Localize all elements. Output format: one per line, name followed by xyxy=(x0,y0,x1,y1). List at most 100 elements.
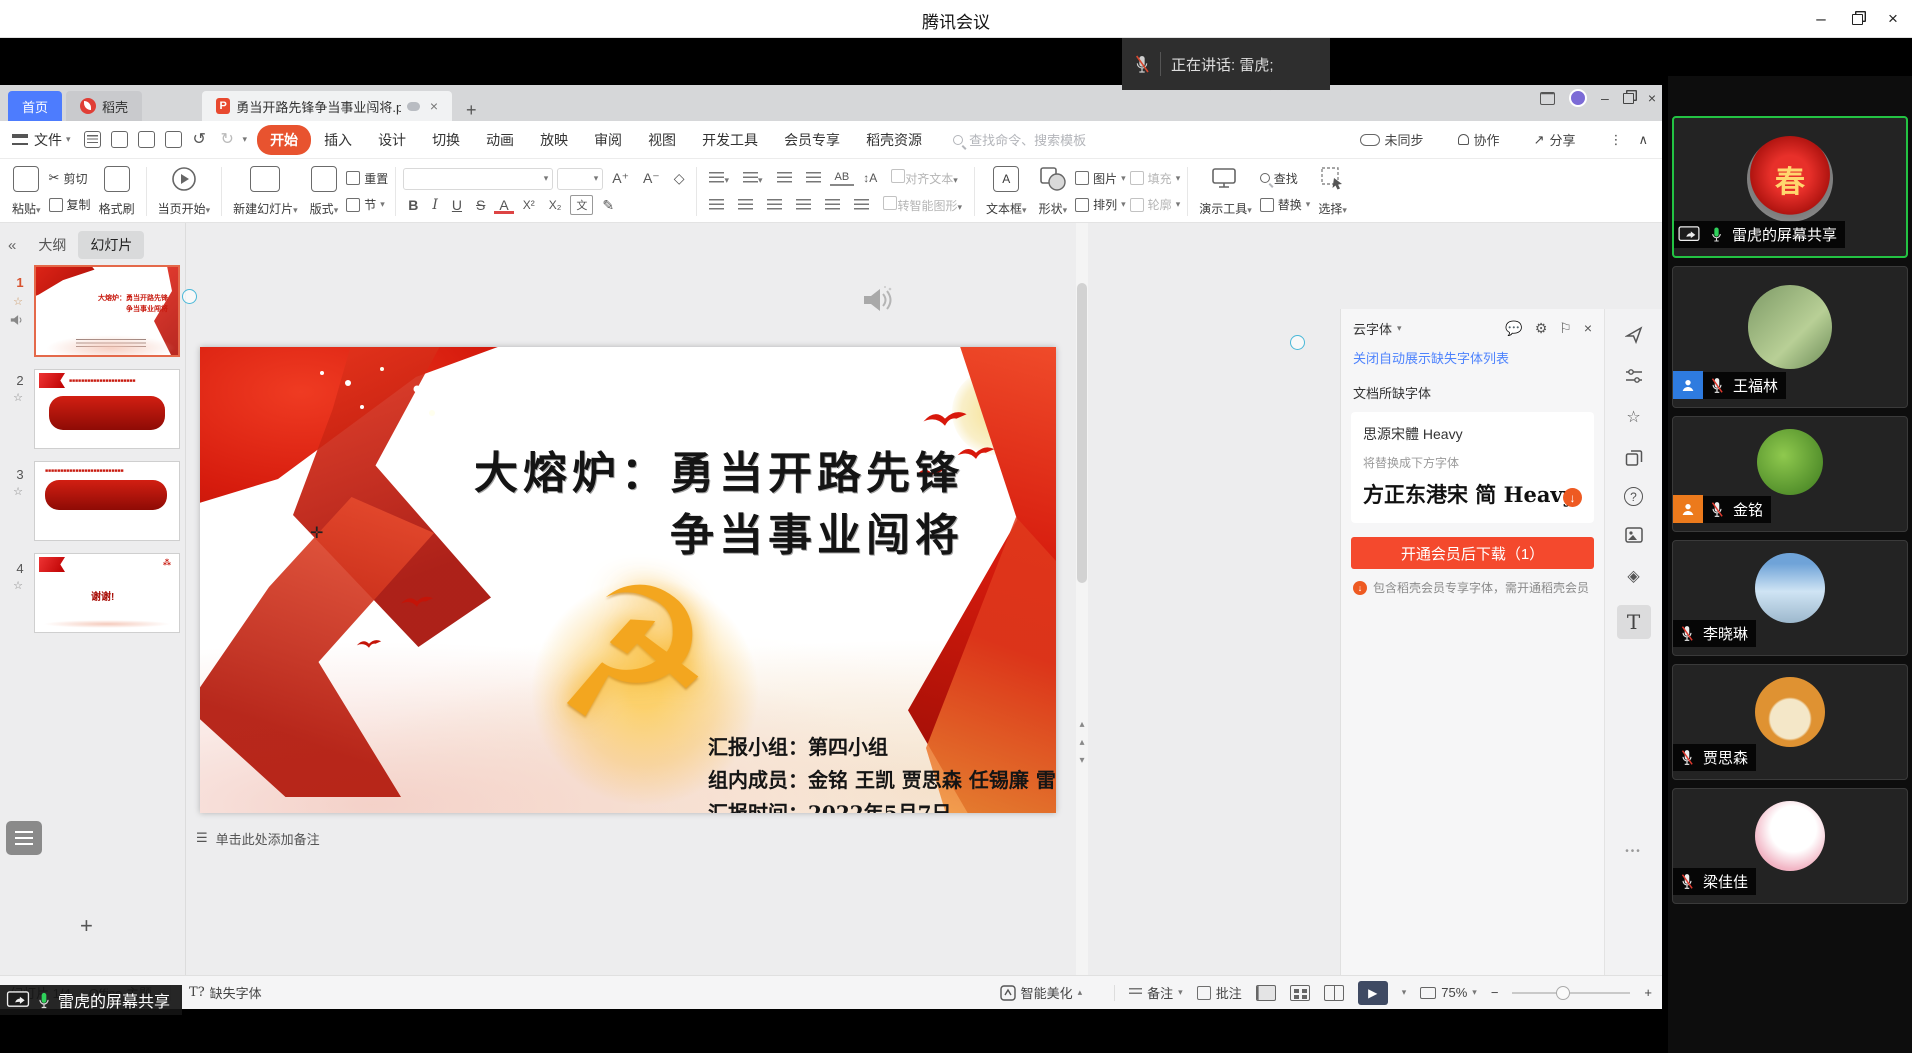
text-tool-icon[interactable]: T xyxy=(1617,605,1651,639)
new-file-icon[interactable] xyxy=(84,131,101,148)
workspace-icon[interactable] xyxy=(1540,92,1555,105)
subscript-button[interactable]: X₂ xyxy=(544,197,567,213)
to-smart-graphic-icon[interactable] xyxy=(883,196,897,210)
collaborate-button[interactable]: 协作 xyxy=(1458,130,1500,149)
floating-list-widget[interactable] xyxy=(6,821,42,855)
copy-button[interactable]: 复制 xyxy=(49,196,91,213)
replace-button[interactable]: 替换▾ xyxy=(1260,196,1311,213)
zoom-level[interactable]: 75%▾ xyxy=(1420,985,1477,1000)
slide-info-block[interactable]: 汇报小组：第四小组 组内成员：金铭 王凯 贾思森 任锡廉 雷虎 汇报时间：202… xyxy=(708,731,1056,813)
align-text-icon[interactable] xyxy=(891,169,905,183)
pin-icon[interactable]: ⚐ xyxy=(1559,320,1572,337)
menu-item-slideshow[interactable]: 放映 xyxy=(527,125,581,155)
rail-more-icon[interactable]: ••• xyxy=(1625,846,1642,857)
participant-tile-liangjiajia[interactable]: 梁佳佳 xyxy=(1672,788,1908,904)
font-name-select[interactable]: ▾ xyxy=(403,168,553,190)
collapse-panel-icon[interactable]: « xyxy=(8,237,16,254)
navigate-icon[interactable]: ◈ xyxy=(1622,564,1646,588)
menu-item-member[interactable]: 会员专享 xyxy=(771,125,853,155)
decrease-font-button[interactable]: A⁻ xyxy=(638,169,665,188)
command-search[interactable]: 查找命令、搜索模板 xyxy=(953,130,1086,149)
present-tools-button[interactable]: 演示工具▾ xyxy=(1193,163,1258,220)
comments-button[interactable]: 批注 xyxy=(1197,983,1242,1002)
pane-title-caret[interactable]: ▾ xyxy=(1397,323,1402,334)
font-color-button[interactable]: A xyxy=(494,196,513,214)
help-icon[interactable]: ? xyxy=(1624,487,1643,506)
play-options-caret[interactable]: ▾ xyxy=(1402,987,1407,998)
scroll-double-icon[interactable]: ▴ xyxy=(1074,737,1090,748)
participant-tile-jiasisen[interactable]: 贾思森 xyxy=(1672,664,1908,780)
tab-docer[interactable]: 稻壳 xyxy=(66,91,142,121)
textbox-button[interactable]: A文本框▾ xyxy=(980,163,1033,220)
disable-auto-show-link[interactable]: 关闭自动展示缺失字体列表 xyxy=(1341,344,1604,371)
slide-thumbnail-2[interactable]: ■■■■■■■■■■■■■■■■■■■■■■ xyxy=(34,369,180,449)
zoom-in-button[interactable]: + xyxy=(1644,985,1652,1000)
edit-handle[interactable] xyxy=(1290,335,1305,350)
quick-tools-icon[interactable] xyxy=(1622,323,1646,347)
smart-beautify-button[interactable]: 智能美化▴ xyxy=(1000,983,1083,1002)
tab-document[interactable]: P 勇当开路先锋争当事业闯将.pptx × xyxy=(202,91,452,121)
scroll-up-icon[interactable]: ▴ xyxy=(1074,719,1090,730)
hamburger-icon[interactable] xyxy=(12,134,28,145)
reset-button[interactable]: 重置 xyxy=(346,170,388,187)
slide-audio-object[interactable] xyxy=(860,285,894,320)
format-painter-button[interactable]: 格式刷 xyxy=(93,163,141,220)
close-button[interactable]: × xyxy=(1878,6,1908,32)
new-tab-button[interactable]: + xyxy=(466,100,477,121)
download-font-icon[interactable]: ↓ xyxy=(1563,488,1582,507)
fill-button[interactable]: 填充▾ xyxy=(1130,170,1181,187)
paste-button[interactable]: 粘贴▾ xyxy=(6,163,47,220)
participant-tile-wangfulin[interactable]: 王福林 xyxy=(1672,266,1908,408)
account-avatar[interactable] xyxy=(1569,89,1587,107)
new-slide-button[interactable]: 新建幻灯片▾ xyxy=(227,163,304,220)
notes-button[interactable]: 备注▾ xyxy=(1129,983,1183,1002)
play-from-current-button[interactable]: 当页开始▾ xyxy=(152,163,217,220)
slide-canvas[interactable]: ☭ 大熔炉：勇当开路先锋 争当事业闯将 汇报小组：第四小组 组内成员：金铭 王凯… xyxy=(200,347,1056,813)
wps-close-icon[interactable]: × xyxy=(1648,90,1656,106)
collapse-ribbon-icon[interactable]: ∧ xyxy=(1638,132,1648,148)
menu-item-start[interactable]: 开始 xyxy=(257,125,311,155)
slide-thumbnail-4[interactable]: ⁂ 谢谢! xyxy=(34,553,180,633)
undo-icon[interactable]: ↺ xyxy=(193,133,209,147)
bold-button[interactable]: B xyxy=(403,196,423,214)
print-icon[interactable] xyxy=(138,131,155,148)
download-after-membership-button[interactable]: 开通会员后下载（1） xyxy=(1351,537,1594,569)
zoom-slider[interactable] xyxy=(1512,992,1630,994)
number-list-icon[interactable] xyxy=(743,172,758,183)
file-menu[interactable]: 文件 xyxy=(34,130,62,150)
clear-format-icon[interactable]: ◇ xyxy=(669,169,690,188)
image-tool-icon[interactable] xyxy=(1622,523,1646,547)
outline-tab[interactable]: 大纲 xyxy=(26,231,78,259)
sync-status[interactable]: 未同步 xyxy=(1360,130,1424,149)
align-left-icon[interactable] xyxy=(709,199,724,210)
reading-view-icon[interactable] xyxy=(1324,985,1344,1001)
print-preview-icon[interactable] xyxy=(165,131,182,148)
menu-item-design[interactable]: 设计 xyxy=(365,125,419,155)
normal-view-icon[interactable] xyxy=(1256,985,1276,1001)
gear-icon[interactable]: ⚙ xyxy=(1535,320,1548,337)
increase-font-button[interactable]: A⁺ xyxy=(607,169,634,188)
highlight-pen-icon[interactable]: ✎ xyxy=(597,196,619,215)
effects-icon[interactable]: ☆ xyxy=(1622,405,1646,429)
redo-icon[interactable]: ↻ xyxy=(221,133,237,147)
line-spacing-icon[interactable]: ↕A xyxy=(858,170,882,186)
bullet-list-icon[interactable] xyxy=(709,172,724,183)
select-button[interactable]: 选择▾ xyxy=(1312,163,1353,220)
font-size-select[interactable]: ▾ xyxy=(557,168,603,190)
sorter-view-icon[interactable] xyxy=(1290,985,1310,1001)
cut-button[interactable]: ✂剪切 xyxy=(49,170,91,187)
more-menu-icon[interactable]: ⋮ xyxy=(1609,132,1622,148)
duplicate-icon[interactable] xyxy=(1622,446,1646,470)
maximize-button[interactable] xyxy=(1842,6,1872,32)
quickbar-more-icon[interactable]: ▾ xyxy=(243,134,248,145)
menu-item-insert[interactable]: 插入 xyxy=(311,125,365,155)
missing-font-status[interactable]: T?缺失字体 xyxy=(189,983,262,1002)
close-doc-icon[interactable]: × xyxy=(430,98,438,114)
wps-minimize-icon[interactable]: – xyxy=(1601,90,1609,106)
arrange-button[interactable]: 排列▾ xyxy=(1075,196,1126,213)
strikethrough-button[interactable]: S xyxy=(471,196,490,214)
minimize-button[interactable]: – xyxy=(1806,6,1836,32)
find-button[interactable]: 查找 xyxy=(1260,170,1311,187)
justify-icon[interactable] xyxy=(796,199,811,210)
superscript-button[interactable]: X² xyxy=(518,197,540,213)
